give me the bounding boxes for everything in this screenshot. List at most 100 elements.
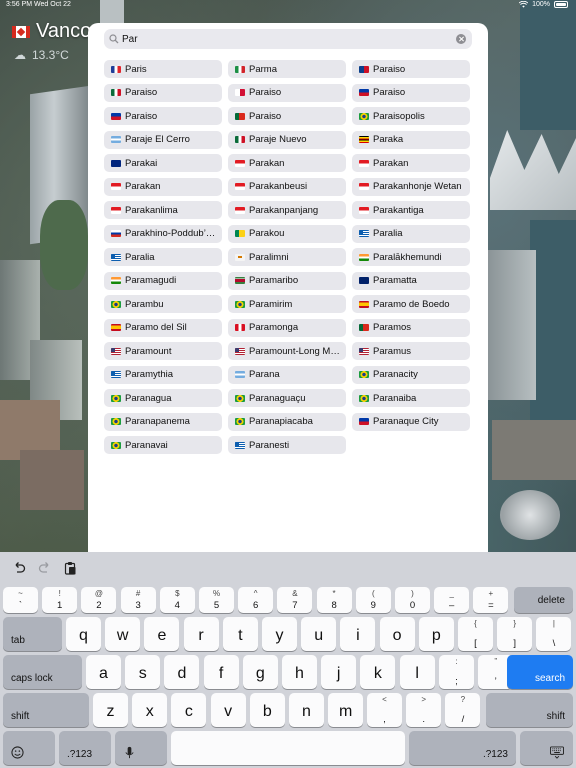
space-key[interactable] <box>171 731 405 765</box>
dictation-key[interactable] <box>115 731 167 765</box>
city-result-chip[interactable]: Paralimni <box>228 248 346 266</box>
key-t[interactable]: t <box>222 617 258 651</box>
key-m[interactable]: m <box>328 693 364 727</box>
key-sym-2[interactable]: ? / <box>445 693 481 727</box>
city-result-chip[interactable]: Paraje El Cerro <box>104 130 222 149</box>
city-result-chip[interactable]: Parma <box>228 60 346 78</box>
shift-right-key[interactable]: shift <box>486 693 573 727</box>
city-result-chip[interactable]: Paraiso <box>228 107 346 125</box>
key-5[interactable]: % 5 <box>199 587 234 613</box>
key-3[interactable]: #3 <box>120 587 156 613</box>
paste-icon[interactable] <box>63 561 77 575</box>
city-result-chip[interactable]: Parakou <box>228 224 346 243</box>
city-result-chip[interactable]: Parakanpanjang <box>228 201 346 219</box>
numbers-key-left[interactable]: .?123 <box>59 731 111 765</box>
key-o[interactable]: o <box>379 617 415 651</box>
key-y[interactable]: y <box>262 617 297 651</box>
key-z[interactable]: z <box>93 693 128 727</box>
city-result-chip[interactable]: Paraiso <box>104 83 222 102</box>
city-result-chip[interactable]: Parambu <box>104 295 222 313</box>
city-result-chip[interactable]: Paraje Nuevo <box>228 130 346 149</box>
city-result-chip[interactable]: Parakhino-Poddub’… <box>104 224 222 243</box>
city-result-chip[interactable]: Paranapanema <box>104 412 222 431</box>
key-g[interactable]: g <box>242 655 278 689</box>
city-result-chip[interactable]: Paris <box>104 60 222 78</box>
city-result-chip[interactable]: Paralākhemundi <box>352 248 470 266</box>
key-9[interactable]: (9 <box>355 587 391 613</box>
key-n[interactable]: n <box>289 693 324 727</box>
city-result-chip[interactable]: Paraiso <box>228 83 346 102</box>
key-k[interactable]: k <box>360 655 396 689</box>
key-7[interactable]: & 7 <box>277 587 313 613</box>
city-result-chip[interactable]: Paramythia <box>104 365 222 384</box>
key-u[interactable]: u <box>301 617 337 651</box>
city-result-chip[interactable]: Paramirim <box>228 295 346 313</box>
key-0[interactable]: ~ ` <box>3 587 38 613</box>
key-11[interactable]: _ – <box>434 587 470 613</box>
city-result-chip[interactable]: Paramo del Sil <box>104 318 222 337</box>
city-result-chip[interactable]: Paramaribo <box>228 271 346 290</box>
city-result-chip[interactable]: Paralia <box>104 248 222 266</box>
city-result-chip[interactable]: Paramatta <box>352 271 470 290</box>
city-result-chip[interactable]: Paramo de Boedo <box>352 295 470 313</box>
emoji-key[interactable] <box>3 731 55 765</box>
key-x[interactable]: x <box>132 693 168 727</box>
city-result-chip[interactable]: Paranagua <box>104 389 222 407</box>
key-a[interactable]: a <box>86 655 121 689</box>
city-result-chip[interactable]: Paramus <box>352 342 470 360</box>
clear-search-icon[interactable] <box>456 34 466 44</box>
city-result-chip[interactable]: Parakanhonje Wetan <box>352 177 470 196</box>
city-result-chip[interactable]: Paraiso <box>352 60 470 78</box>
city-result-chip[interactable]: Paraisopolis <box>352 107 470 125</box>
city-result-chip[interactable]: Paramos <box>352 318 470 337</box>
key-r[interactable]: r <box>183 617 219 651</box>
search-input[interactable] <box>122 29 442 49</box>
key-4[interactable]: $4 <box>159 587 195 613</box>
city-result-chip[interactable]: Parakanlima <box>104 201 222 219</box>
key-sym-1[interactable]: >. <box>406 693 442 727</box>
city-result-chip[interactable]: Paraiso <box>104 107 222 125</box>
city-result-chip[interactable]: Paramount-Long M… <box>228 342 346 360</box>
city-result-chip[interactable]: Paraiso <box>352 83 470 102</box>
key-p[interactable]: p <box>418 617 454 651</box>
city-result-chip[interactable]: Parakai <box>104 154 222 172</box>
search-field[interactable] <box>104 29 472 49</box>
key-sym-0[interactable]: <, <box>367 693 402 727</box>
key-j[interactable]: j <box>321 655 357 689</box>
shift-left-key[interactable]: shift <box>3 693 89 727</box>
dismiss-keyboard-key[interactable] <box>520 731 573 765</box>
key-q[interactable]: q <box>66 617 101 651</box>
city-result-chip[interactable]: Paraka <box>352 130 470 149</box>
key-2[interactable]: @2 <box>81 587 117 613</box>
city-result-chip[interactable]: Parakanbeusi <box>228 177 346 196</box>
key-d[interactable]: d <box>164 655 200 689</box>
delete-key[interactable]: delete <box>514 587 573 613</box>
city-result-chip[interactable]: Paranaiba <box>352 389 470 407</box>
city-result-chip[interactable]: Parakan <box>104 177 222 196</box>
city-result-chip[interactable]: Paranaque City <box>352 412 470 431</box>
city-result-chip[interactable]: Paralia <box>352 224 470 243</box>
key-c[interactable]: c <box>171 693 207 727</box>
city-result-chip[interactable]: Parakantiga <box>352 201 470 219</box>
key-12[interactable]: + = <box>473 587 509 613</box>
key-bracket-2[interactable]: | \ <box>536 617 572 651</box>
numbers-key-right[interactable]: .?123 <box>409 731 516 765</box>
key-f[interactable]: f <box>203 655 239 689</box>
key-l[interactable]: l <box>399 655 435 689</box>
key-i[interactable]: i <box>340 617 376 651</box>
undo-icon[interactable] <box>12 561 26 575</box>
key-h[interactable]: h <box>282 655 317 689</box>
caps-lock-key[interactable]: caps lock <box>3 655 82 689</box>
key-10[interactable]: ) 0 <box>395 587 430 613</box>
key-6[interactable]: ^ 6 <box>238 587 274 613</box>
key-bracket-0[interactable]: {[ <box>458 617 493 651</box>
key-bracket-1[interactable]: }] <box>497 617 533 651</box>
key-punct-0[interactable]: :; <box>439 655 474 689</box>
city-result-chip[interactable]: Paramonga <box>228 318 346 337</box>
city-result-chip[interactable]: Paramount <box>104 342 222 360</box>
key-e[interactable]: e <box>144 617 180 651</box>
city-result-chip[interactable]: Paranapiacaba <box>228 412 346 431</box>
city-result-chip[interactable]: Paranavai <box>104 436 222 454</box>
key-b[interactable]: b <box>249 693 285 727</box>
key-w[interactable]: w <box>105 617 141 651</box>
